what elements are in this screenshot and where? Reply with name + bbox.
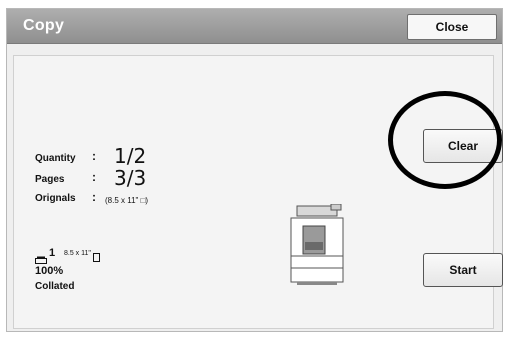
originals-value: (8.5 x 11" □): [105, 196, 149, 205]
paper-orientation-icon: [93, 249, 100, 262]
start-button[interactable]: Start: [423, 253, 503, 287]
paper-tray-icon: [35, 251, 47, 264]
pages-value: 3/3: [114, 166, 147, 190]
zoom-value: 100%: [35, 265, 64, 277]
pages-label: Pages: [35, 174, 65, 185]
quantity-value: 1/2: [114, 144, 147, 168]
originals-label: Orignals: [35, 193, 76, 204]
finishing-value: Collated: [35, 281, 75, 292]
paper-size: 8.5 x 11": [64, 250, 91, 257]
quantity-label: Quantity: [35, 153, 76, 164]
highlight-circle: [388, 91, 502, 189]
window-title: Copy: [23, 17, 65, 34]
pages-colon: :: [92, 170, 96, 184]
copier-machine-icon: [289, 203, 345, 286]
close-button[interactable]: Close: [407, 14, 497, 40]
tray-number: 1: [49, 247, 56, 259]
originals-colon: :: [92, 190, 96, 204]
quantity-colon: :: [92, 149, 96, 163]
title-bar: Copy Close: [7, 9, 502, 44]
